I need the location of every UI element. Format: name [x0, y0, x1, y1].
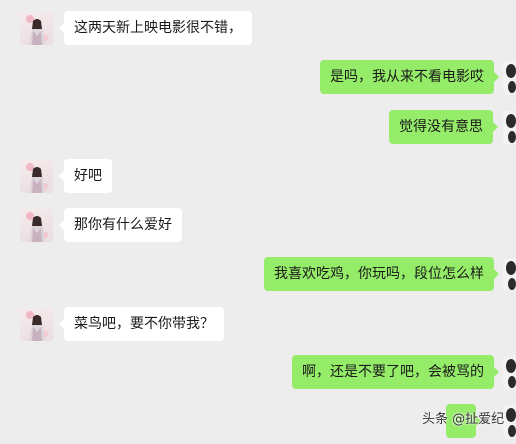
- message-text: 啊，还是不要了吧，会被骂的: [302, 364, 484, 380]
- message-bubble[interactable]: 啊，还是不要了吧，会被骂的: [292, 355, 499, 389]
- message-text: 这两天新上映电影很不错，: [74, 20, 242, 36]
- contact-avatar[interactable]: [20, 209, 53, 242]
- watermark: 头条 @扯爱纪: [422, 412, 505, 427]
- self-avatar[interactable]: [503, 111, 516, 144]
- contact-avatar[interactable]: [20, 308, 53, 341]
- message-row-outgoing: 觉得没有意思: [0, 106, 516, 150]
- message-row-outgoing: 啊，还是不要了吧，会被骂的: [0, 351, 516, 395]
- message-bubble[interactable]: 好吧: [59, 159, 112, 193]
- message-row-incoming: 那你有什么爱好: [0, 204, 516, 248]
- message-text: 我喜欢吃鸡，你玩吗，段位怎么样: [274, 266, 484, 282]
- message-row-incoming: 好吧: [0, 155, 516, 199]
- message-bubble[interactable]: 菜鸟吧，要不你带我？: [59, 307, 224, 341]
- message-bubble[interactable]: 觉得没有意思: [389, 110, 498, 144]
- message-bubble[interactable]: 那你有什么爱好: [59, 208, 182, 242]
- self-avatar[interactable]: [503, 356, 516, 389]
- message-text: 好吧: [74, 168, 102, 184]
- message-text: 觉得没有意思: [399, 119, 483, 135]
- message-bubble[interactable]: 我喜欢吃鸡，你玩吗，段位怎么样: [264, 257, 499, 291]
- message-row-incoming: 这两天新上映电影很不错，: [0, 7, 516, 51]
- message-row-outgoing: 是吗，我从来不看电影哎: [0, 56, 516, 100]
- message-row-outgoing: 我喜欢吃鸡，你玩吗，段位怎么样: [0, 253, 516, 297]
- self-avatar[interactable]: [503, 61, 516, 94]
- message-row-incoming: 菜鸟吧，要不你带我？: [0, 303, 516, 347]
- message-bubble[interactable]: 这两天新上映电影很不错，: [59, 11, 252, 45]
- message-text: 菜鸟吧，要不你带我？: [74, 316, 214, 332]
- message-text: 那你有什么爱好: [74, 217, 172, 233]
- message-text: 是吗，我从来不看电影哎: [330, 69, 484, 85]
- message-bubble[interactable]: 是吗，我从来不看电影哎: [320, 60, 499, 94]
- self-avatar[interactable]: [503, 405, 516, 438]
- self-avatar[interactable]: [503, 258, 516, 291]
- contact-avatar[interactable]: [20, 160, 53, 193]
- contact-avatar[interactable]: [20, 12, 53, 45]
